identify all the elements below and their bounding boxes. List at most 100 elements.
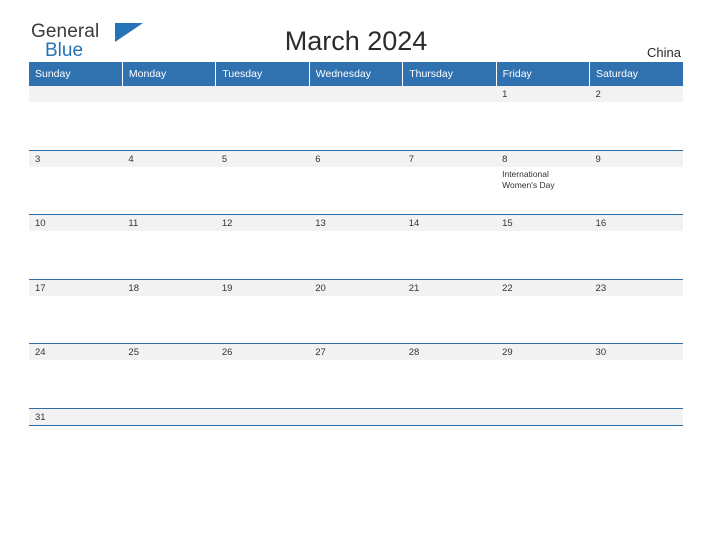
- event-cell[interactable]: [402, 295, 497, 344]
- day-cell[interactable]: 15: [496, 214, 590, 231]
- event-cell[interactable]: [589, 295, 683, 344]
- event-cell[interactable]: [496, 102, 590, 151]
- day-cell[interactable]: 18: [122, 278, 216, 296]
- event-cell[interactable]: [402, 102, 497, 151]
- event-cell[interactable]: [215, 295, 310, 344]
- day-cell[interactable]: 19: [215, 278, 310, 296]
- day-cell[interactable]: 22: [496, 278, 590, 296]
- day-cell[interactable]: 8: [496, 149, 590, 167]
- day-number: 30: [595, 347, 607, 358]
- day-cell[interactable]: [402, 407, 497, 426]
- day-cell[interactable]: 28: [402, 343, 497, 360]
- event-cell[interactable]: [589, 231, 683, 280]
- day-cell[interactable]: [589, 407, 683, 426]
- day-cell[interactable]: 21: [402, 278, 497, 296]
- day-cell[interactable]: 4: [122, 149, 216, 167]
- weekday-header-saturday: Saturday: [589, 62, 683, 86]
- event-cell[interactable]: [589, 102, 683, 151]
- day-cell[interactable]: [215, 407, 310, 426]
- day-cell[interactable]: 25: [122, 343, 216, 360]
- weekday-header-friday: Friday: [496, 62, 591, 86]
- day-number: 1: [502, 89, 508, 100]
- day-cell[interactable]: 17: [29, 278, 123, 296]
- day-cell[interactable]: 14: [402, 214, 497, 231]
- day-cell[interactable]: [496, 407, 590, 426]
- event-cell[interactable]: [589, 360, 683, 409]
- event-cell[interactable]: [215, 102, 310, 151]
- event-cell[interactable]: [496, 231, 590, 280]
- event-cell[interactable]: [309, 360, 403, 409]
- week-row-events: [29, 102, 683, 151]
- day-cell[interactable]: 24: [29, 343, 123, 360]
- event-cell[interactable]: [496, 360, 590, 409]
- day-cell[interactable]: 26: [215, 343, 310, 360]
- event-cell[interactable]: [215, 166, 310, 215]
- calendar-page: General Blue March 2024 China Sunday Mon…: [0, 0, 712, 550]
- day-cell[interactable]: [402, 85, 497, 102]
- event-cell[interactable]: [309, 102, 403, 151]
- day-number: 10: [35, 218, 46, 229]
- day-cell[interactable]: 5: [215, 149, 310, 167]
- day-cell[interactable]: 20: [309, 278, 403, 296]
- day-cell[interactable]: [29, 85, 123, 102]
- event-cell[interactable]: [122, 102, 216, 151]
- event-cell[interactable]: International Women's Day: [496, 166, 590, 215]
- event-cell[interactable]: [496, 295, 590, 344]
- day-cell[interactable]: 2: [589, 85, 683, 102]
- page-title: March 2024: [284, 26, 428, 56]
- day-cell[interactable]: 10: [29, 214, 123, 231]
- week-row-events: [29, 231, 683, 280]
- day-cell[interactable]: 29: [496, 343, 590, 360]
- day-cell[interactable]: 7: [402, 149, 497, 167]
- event-cell[interactable]: [29, 102, 123, 151]
- event-cell[interactable]: [122, 166, 216, 215]
- day-number: 26: [221, 347, 233, 358]
- event-cell[interactable]: [29, 295, 123, 344]
- day-number: 29: [502, 347, 513, 358]
- event-cell[interactable]: [122, 295, 216, 344]
- day-cell[interactable]: 13: [309, 214, 403, 231]
- day-cell[interactable]: [215, 85, 310, 102]
- day-cell[interactable]: [309, 85, 403, 102]
- week-row-daynumbers: 10 11 12 13 14 15 16: [29, 214, 683, 231]
- day-number: 5: [221, 153, 228, 165]
- day-number: 22: [502, 282, 513, 294]
- day-cell[interactable]: [122, 85, 216, 102]
- day-cell[interactable]: 11: [122, 214, 216, 231]
- event-cell[interactable]: [29, 231, 123, 280]
- day-cell[interactable]: 6: [309, 149, 403, 167]
- day-cell[interactable]: 30: [589, 343, 683, 360]
- day-cell[interactable]: 1: [496, 85, 590, 102]
- event-cell[interactable]: [122, 231, 216, 280]
- event-cell[interactable]: [29, 166, 123, 215]
- week-row-daynumbers: 17 18 19 20 21 22 23: [29, 278, 683, 296]
- day-cell[interactable]: 31: [29, 407, 123, 426]
- day-cell[interactable]: 23: [589, 278, 683, 296]
- event-cell[interactable]: [309, 231, 403, 280]
- event-cell[interactable]: [309, 295, 403, 344]
- event-cell[interactable]: [402, 360, 497, 409]
- day-number: 13: [315, 218, 326, 229]
- event-cell[interactable]: [402, 231, 497, 280]
- event-cell[interactable]: [215, 231, 310, 280]
- event-cell[interactable]: [122, 360, 216, 409]
- day-number: 14: [408, 218, 420, 229]
- day-number: 20: [315, 282, 326, 294]
- event-cell[interactable]: [29, 360, 123, 409]
- event-cell[interactable]: [589, 166, 683, 215]
- day-cell[interactable]: 12: [215, 214, 310, 231]
- day-cell[interactable]: 9: [589, 149, 683, 167]
- day-cell[interactable]: 27: [309, 343, 403, 360]
- day-number: 25: [128, 347, 139, 358]
- day-cell[interactable]: 3: [29, 149, 123, 167]
- event-cell[interactable]: [215, 360, 310, 409]
- day-number: 2: [595, 89, 601, 100]
- month-calendar: Sunday Monday Tuesday Wednesday Thursday…: [29, 62, 683, 426]
- day-cell[interactable]: [122, 407, 216, 426]
- day-number: 31: [35, 411, 46, 423]
- day-cell[interactable]: 16: [589, 214, 683, 231]
- event-cell[interactable]: [309, 166, 403, 215]
- day-cell[interactable]: [309, 407, 403, 426]
- week-row-events: [29, 360, 683, 409]
- event-cell[interactable]: [402, 166, 497, 215]
